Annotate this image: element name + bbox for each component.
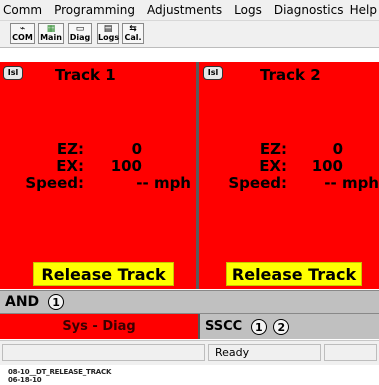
release-track-2-button[interactable]: Release Track (226, 262, 362, 286)
ez-value: 0 (131, 140, 142, 158)
toolbar: ⌁ COM ▦ Main ▭ Diag ▤ Logs ⇆ Cal. (0, 21, 379, 48)
release-track-1-button[interactable]: Release Track (33, 262, 174, 286)
footer-release-name: 08-10__DT_RELEASE_TRACK (8, 368, 112, 376)
status-bar: Ready (0, 340, 379, 365)
footer-date: 06-18-10 (8, 376, 42, 384)
status-pane-3 (324, 344, 377, 361)
menu-bar: Comm Programming Adjustments Logs Diagno… (0, 0, 379, 21)
ez-value: 0 (332, 140, 343, 158)
diag-button-label: Diag (69, 33, 91, 42)
menu-adjustments[interactable]: Adjustments (147, 3, 222, 17)
logs-button-label: Logs (98, 33, 120, 42)
ex-value: 100 (311, 157, 343, 175)
ex-label: EX: (56, 157, 84, 175)
menu-programming[interactable]: Programming (54, 3, 135, 17)
sscc-label: SSCC (205, 319, 243, 334)
sscc-indicator-1-icon: 1 (250, 318, 267, 335)
speed-value: -- mph (324, 174, 379, 192)
and-label: AND (5, 294, 40, 310)
ex-label: EX: (259, 157, 287, 175)
isl-badge: Isl (3, 66, 23, 80)
main-button[interactable]: ▦ Main (38, 23, 64, 44)
menu-help[interactable]: Help (350, 3, 377, 17)
cal-button[interactable]: ⇆ Cal. (122, 23, 144, 44)
ez-label: EZ: (56, 140, 84, 158)
speed-label: Speed: (228, 174, 287, 192)
ez-label: EZ: (259, 140, 287, 158)
and-indicator-icon: 1 (48, 294, 65, 310)
cal-button-label: Cal. (124, 33, 142, 42)
track-2-panel: Isl Track 2 EZ: 0 EX: 100 Speed: -- mph … (199, 62, 379, 289)
sscc-bar: SSCC 1 2 (198, 314, 379, 339)
speed-value: -- mph (136, 174, 191, 192)
status-pane-1 (2, 344, 205, 361)
menu-comm[interactable]: Comm (3, 3, 42, 17)
ex-value: 100 (110, 157, 142, 175)
track-2-title: Track 2 (260, 66, 321, 84)
status-ready: Ready (208, 344, 321, 361)
and-bar: AND 1 (0, 290, 379, 314)
isl-badge: Isl (203, 66, 223, 80)
logs-button[interactable]: ▤ Logs (97, 23, 119, 44)
main-button-label: Main (40, 33, 62, 42)
sscc-indicator-2-icon: 2 (273, 318, 290, 335)
diag-button[interactable]: ▭ Diag (68, 23, 92, 44)
com-button-label: COM (12, 33, 33, 42)
track-1-title: Track 1 (55, 66, 116, 84)
menu-logs[interactable]: Logs (234, 3, 262, 17)
com-button[interactable]: ⌁ COM (10, 23, 35, 44)
track-panels: Isl Track 1 EZ: 0 EX: 100 Speed: -- mph … (0, 62, 379, 289)
speed-label: Speed: (25, 174, 84, 192)
sys-diag-indicator[interactable]: Sys - Diag (0, 314, 198, 339)
track-1-panel: Isl Track 1 EZ: 0 EX: 100 Speed: -- mph … (0, 62, 196, 289)
menu-diagnostics[interactable]: Diagnostics (274, 3, 344, 17)
